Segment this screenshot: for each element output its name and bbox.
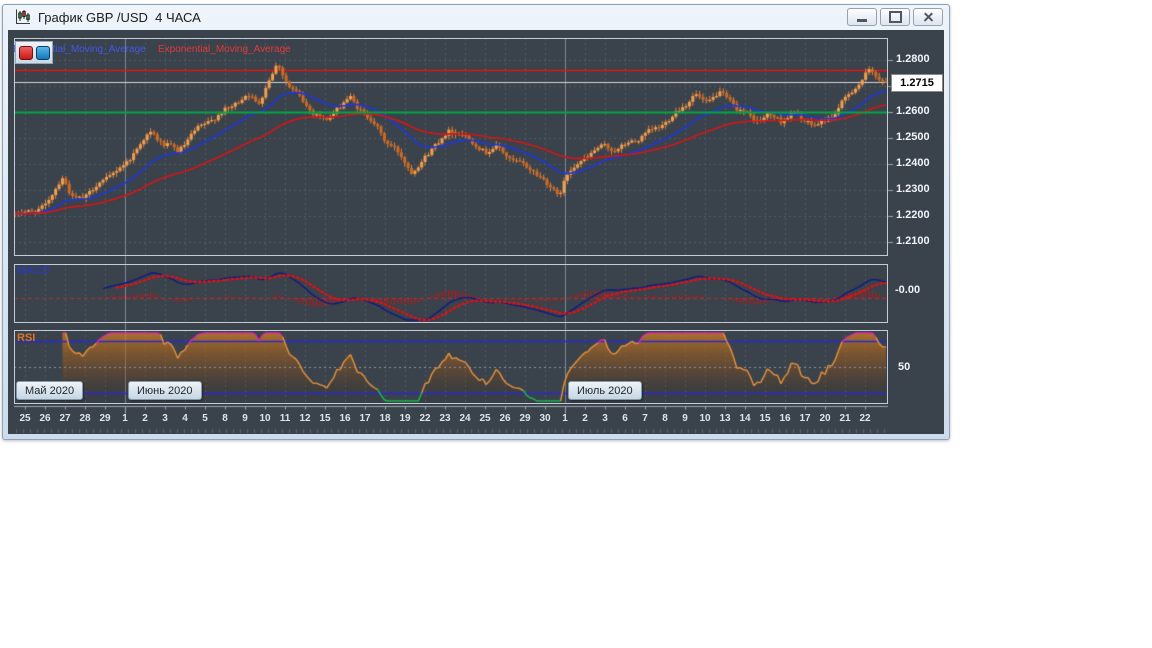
minimize-icon: [857, 18, 867, 22]
restore-icon: [888, 11, 902, 23]
y-axis-label: 1.2500: [896, 131, 930, 143]
window-controls: [847, 8, 943, 26]
close-button[interactable]: [913, 8, 943, 26]
month-label-july: Июль 2020: [568, 381, 642, 400]
y-axis-label: 1.2800: [896, 53, 930, 65]
chart-window: График GBP /USD 4 ЧАСА Exponential_Movin…: [2, 4, 950, 440]
blue-square-button[interactable]: [36, 45, 50, 60]
window-title: График GBP /USD 4 ЧАСА: [38, 9, 201, 25]
rsi-indicator-label: RSI: [17, 332, 36, 344]
indicator-buttons-chip: [15, 41, 53, 64]
candlestick-chart-icon: [16, 9, 30, 24]
titlebar: График GBP /USD 4 ЧАСА: [3, 5, 949, 29]
chart-canvas: [8, 30, 944, 434]
month-label-june: Июнь 2020: [128, 381, 202, 400]
macd-axis-label: -0.00: [895, 284, 921, 296]
y-axis-label: 1.2600: [896, 105, 930, 117]
x-axis-label: 22: [859, 413, 871, 424]
rsi-axis-label: 50: [898, 361, 911, 373]
macd-indicator-label: MACD: [17, 265, 50, 277]
ema-slow-legend-label: Exponential_Moving_Average: [158, 44, 291, 55]
y-axis-label: 1.2200: [896, 209, 930, 221]
y-axis-label: 1.2400: [896, 157, 930, 169]
restore-button[interactable]: [880, 8, 910, 26]
chart-client-area: Exponential_Moving_Average Exponential_M…: [8, 30, 944, 434]
minimize-button[interactable]: [847, 8, 877, 26]
current-price-badge: 1.2715: [891, 74, 943, 92]
y-axis-label: 1.2300: [896, 183, 930, 195]
month-label-may: Май 2020: [16, 381, 84, 400]
close-icon: [923, 12, 934, 23]
y-axis-label: 1.2100: [896, 235, 930, 247]
red-square-button[interactable]: [19, 45, 33, 60]
